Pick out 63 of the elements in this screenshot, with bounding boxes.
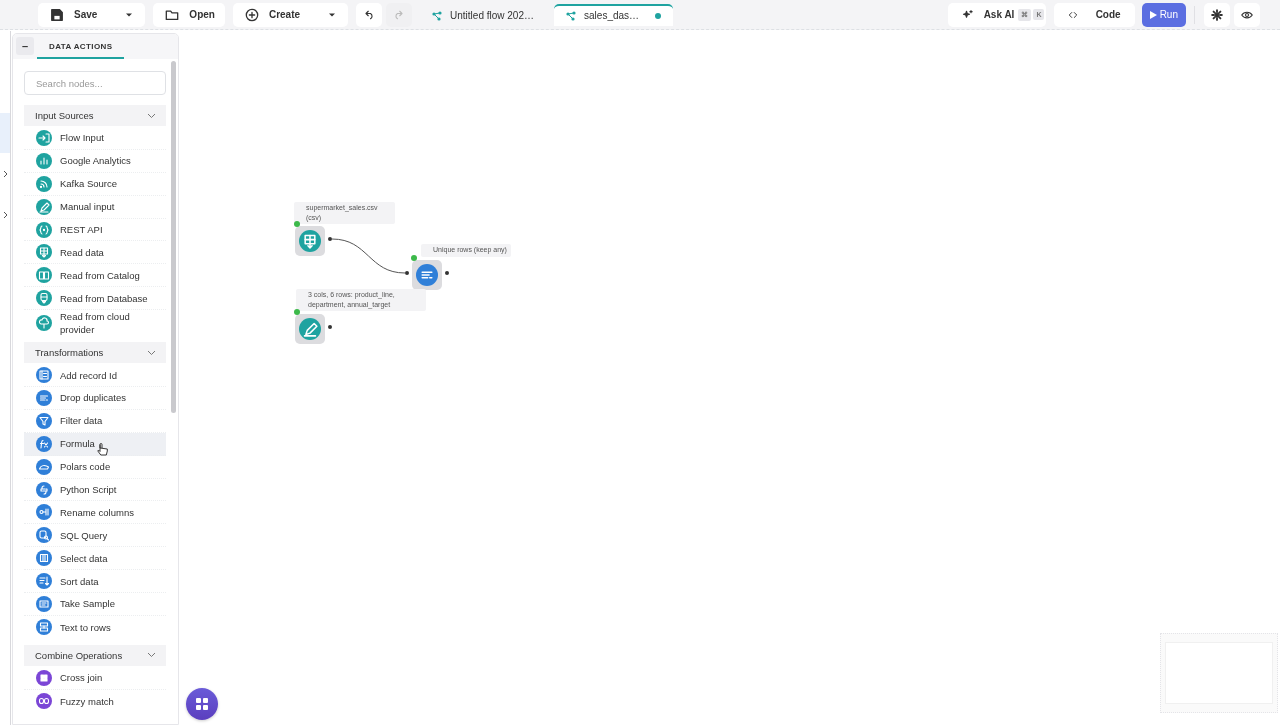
group-title: Transformations [35, 347, 104, 359]
node-label: Manual input [60, 200, 115, 214]
node-item[interactable]: Polars code [24, 455, 166, 479]
group-header[interactable]: Transformations [24, 342, 166, 364]
node-item[interactable]: REST API [24, 218, 166, 242]
node-item[interactable]: Text to rows [24, 615, 166, 639]
node-label: Formula [60, 437, 95, 451]
node-item[interactable]: Sort data [24, 570, 166, 594]
node-item[interactable]: Formula [24, 432, 166, 456]
tab-label: sales_das… [584, 10, 640, 21]
node-label: Cross join [60, 671, 103, 685]
node-item[interactable]: Take Sample [24, 593, 166, 616]
node-label: SQL Query [60, 528, 108, 542]
node-item[interactable]: Kafka Source [24, 172, 166, 196]
group-title: Input Sources [35, 110, 94, 121]
node-item[interactable]: Read data [24, 241, 166, 265]
tab-label: Untitled flow 202… [450, 10, 534, 21]
node-label: Filter data [60, 414, 103, 428]
node-label: Polars code [60, 460, 111, 474]
panel-tab[interactable]: DATA ACTIONS [37, 42, 125, 59]
node-item[interactable]: Add record Id [24, 364, 166, 387]
search-field[interactable]: Search nodes... [24, 71, 166, 95]
open-button[interactable]: Open [153, 2, 225, 27]
node-label: Add record Id [60, 368, 118, 382]
node-label: REST API [60, 223, 103, 236]
node-item[interactable]: Drop duplicates [24, 387, 166, 410]
group-header[interactable]: Input Sources [24, 105, 166, 126]
node-item[interactable]: Read from Catalog [24, 264, 166, 288]
node-label: Sort data [60, 574, 99, 588]
group-title: Combine Operations [35, 649, 123, 661]
group-header[interactable]: Combine Operations [24, 644, 166, 666]
node-label: Google Analytics [60, 154, 131, 168]
node-label: Read from cloud provider [60, 310, 131, 337]
collapse-button[interactable]: – [16, 37, 34, 55]
code-button[interactable]: Code [1053, 2, 1135, 27]
node-label: Flow Input [60, 131, 104, 145]
node-label: Text to rows [60, 620, 111, 634]
node-item[interactable]: Google Analytics [24, 149, 166, 173]
node-item[interactable]: Manual input [24, 195, 166, 219]
node-label: Read from Catalog [60, 268, 140, 282]
node-label: Read data [60, 245, 104, 259]
flow-tab[interactable]: sales_das… [554, 3, 674, 26]
node-item[interactable]: Python Script [24, 478, 166, 502]
flow-tab[interactable]: Untitled flow 202… [420, 3, 551, 26]
node-label: Read from Database [60, 291, 148, 305]
node-label: Select data [60, 551, 108, 565]
node-label: Fuzzy match [60, 694, 114, 708]
node-label: Drop duplicates [60, 391, 126, 405]
node-item[interactable]: Read from Database [24, 287, 166, 311]
run-button[interactable]: Run [1141, 2, 1186, 27]
node-item[interactable]: Fuzzy match [24, 689, 166, 713]
node-item[interactable]: SQL Query [24, 524, 166, 548]
node-item[interactable]: Select data [24, 547, 166, 571]
node-item[interactable]: Flow Input [24, 127, 166, 150]
node-item[interactable]: Rename columns [24, 501, 166, 525]
node-item[interactable]: Read from cloud provider [24, 310, 166, 337]
node-item[interactable]: Cross join [24, 666, 166, 690]
node-item[interactable]: Filter data [24, 409, 166, 433]
node-label: Python Script [60, 483, 117, 496]
node-label: Rename columns [60, 505, 134, 519]
button-label: Ask AI [983, 9, 1015, 20]
node-label: Take Sample [60, 597, 115, 611]
node-label: Kafka Source [60, 177, 118, 191]
